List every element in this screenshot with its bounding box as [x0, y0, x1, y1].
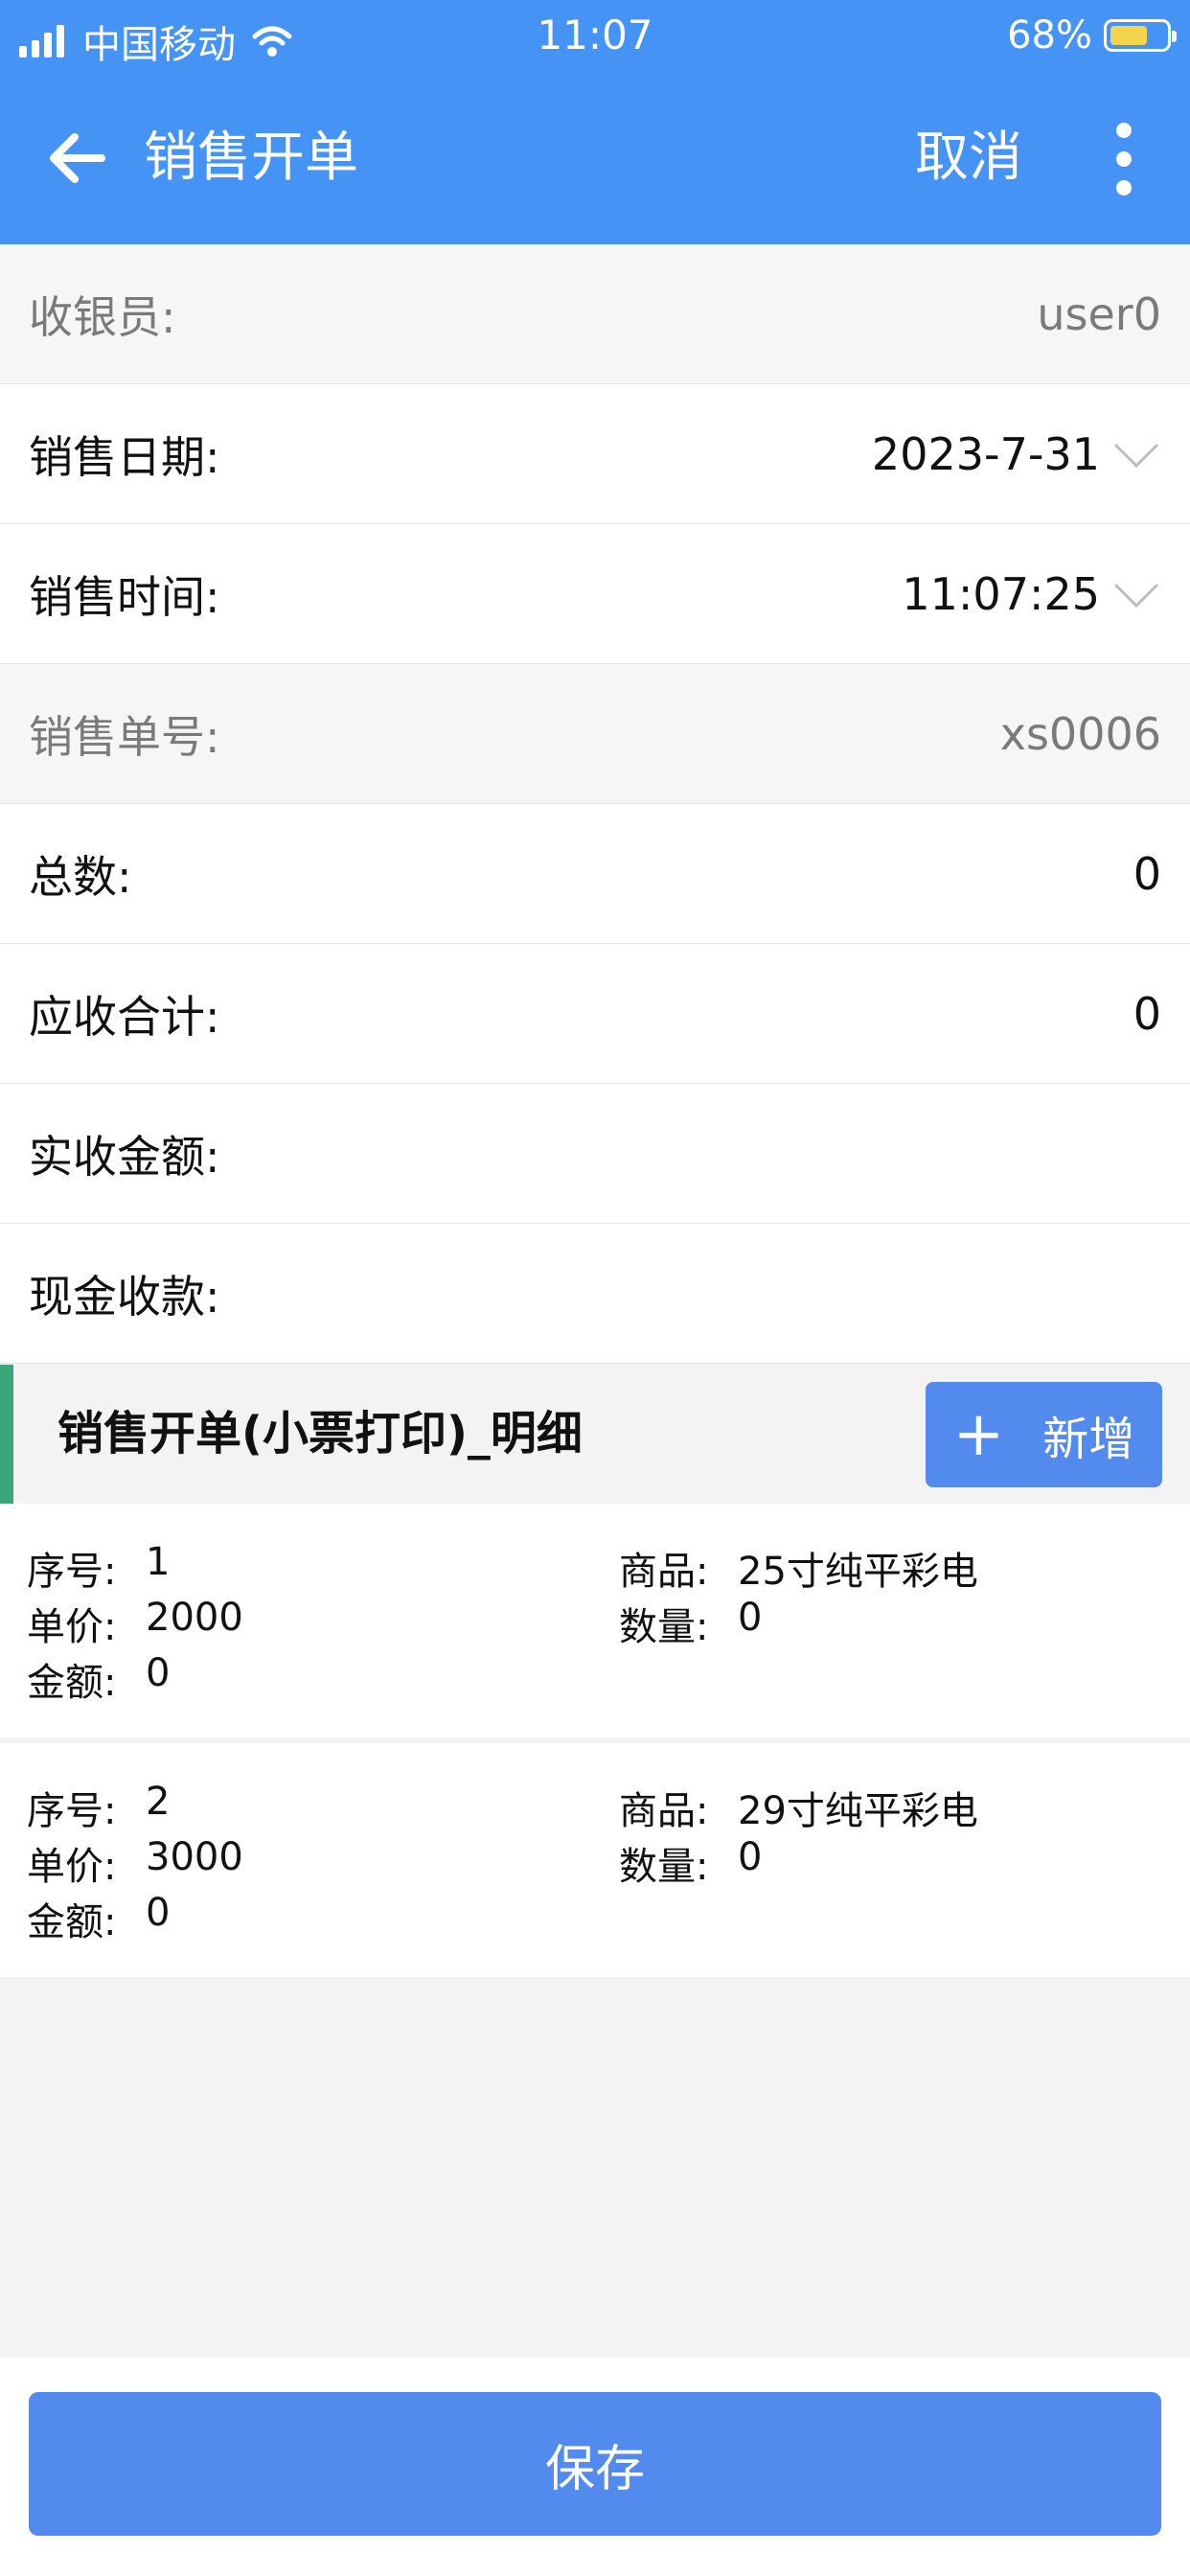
product-cell: 商品: 29寸纯平彩电 — [619, 1780, 1190, 1835]
amount-value: 0 — [146, 1651, 171, 1695]
order-no-row: 销售单号: xs0006 — [0, 664, 1190, 804]
more-button[interactable] — [1102, 119, 1146, 199]
qty-cell: 数量: 0 — [619, 1835, 1190, 1891]
receivable-row: 应收合计: 0 — [0, 944, 1190, 1084]
qty-value: 0 — [738, 1835, 763, 1879]
chevron-down-icon[interactable] — [1111, 437, 1161, 472]
amount-cell: 金额: 0 — [27, 1891, 621, 1946]
back-button[interactable] — [38, 125, 115, 192]
seq-value: 2 — [146, 1780, 171, 1824]
sale-time-value[interactable]: 11:07:25 — [902, 568, 1100, 620]
order-no-value: xs0006 — [999, 707, 1161, 760]
seq-key: 序号: — [27, 1550, 117, 1594]
plus-icon: + — [952, 1399, 1005, 1470]
save-button[interactable]: 保存 — [29, 2392, 1161, 2536]
product-key: 商品: — [619, 1550, 709, 1594]
add-item-label: 新增 — [1042, 1413, 1135, 1466]
nav-bar: 销售开单 取消 — [0, 96, 1190, 220]
section-accent-bar — [0, 1365, 13, 1504]
received-amount-label: 实收金额: — [29, 1130, 220, 1183]
cashier-label: 收银员: — [29, 290, 176, 343]
sale-time-label: 销售时间: — [29, 570, 220, 623]
detail-list: 序号: 1 商品: 25寸纯平彩电 单价: 2000 数量: 0 金额: 0 序号: 2 商… — [0, 1504, 1190, 1977]
received-amount-row[interactable]: 实收金额: — [0, 1084, 1190, 1224]
cashier-value: user0 — [1037, 288, 1161, 340]
list-item[interactable]: 序号: 1 商品: 25寸纯平彩电 单价: 2000 数量: 0 金额: 0 — [0, 1504, 1190, 1737]
amount-key: 金额: — [27, 1661, 117, 1705]
app-header: 中国移动 11:07 68% 销售开单 取消 — [0, 0, 1190, 244]
item-line: 序号: 1 商品: 25寸纯平彩电 — [27, 1540, 1163, 1596]
sale-date-label: 销售日期: — [29, 430, 220, 483]
seq-key: 序号: — [27, 1789, 117, 1833]
amount-value: 0 — [146, 1891, 171, 1935]
price-key: 单价: — [27, 1845, 117, 1889]
order-no-label: 销售单号: — [29, 710, 220, 763]
more-dot — [1116, 151, 1132, 167]
status-bar: 中国移动 11:07 68% — [0, 0, 1190, 75]
total-count-row: 总数: 0 — [0, 804, 1190, 944]
item-line: 金额: 0 — [27, 1891, 1163, 1946]
seq-cell: 序号: 2 — [27, 1780, 621, 1835]
battery-icon — [1104, 19, 1177, 52]
chevron-down-icon[interactable] — [1111, 577, 1161, 611]
item-line: 单价: 2000 数量: 0 — [27, 1596, 1163, 1651]
page-title: 销售开单 — [144, 126, 358, 189]
battery-percent: 68% — [1007, 13, 1092, 58]
status-right: 68% — [1007, 13, 1177, 58]
qty-cell: 数量: 0 — [619, 1596, 1190, 1651]
price-value: 3000 — [146, 1835, 243, 1879]
price-key: 单价: — [27, 1605, 117, 1649]
arrow-left-icon — [50, 133, 105, 183]
product-key: 商品: — [619, 1789, 709, 1833]
sale-date-row[interactable]: 销售日期: 2023-7-31 — [0, 384, 1190, 524]
order-form: 收银员: user0 销售日期: 2023-7-31 销售时间: 11:07:2… — [0, 244, 1190, 1364]
amount-key: 金额: — [27, 1900, 117, 1944]
seq-cell: 序号: 1 — [27, 1540, 621, 1596]
cash-payment-label: 现金收款: — [29, 1270, 220, 1322]
receivable-value: 0 — [1133, 987, 1161, 1040]
qty-key: 数量: — [619, 1845, 709, 1889]
receivable-label: 应收合计: — [29, 990, 220, 1043]
qty-value: 0 — [738, 1596, 763, 1640]
sale-date-value[interactable]: 2023-7-31 — [872, 428, 1100, 480]
price-cell: 单价: 3000 — [27, 1835, 621, 1891]
product-value: 29寸纯平彩电 — [738, 1789, 978, 1833]
item-line: 序号: 2 商品: 29寸纯平彩电 — [27, 1780, 1163, 1835]
detail-section-title: 销售开单(小票打印)_明细 — [57, 1407, 583, 1460]
seq-value: 1 — [146, 1540, 171, 1584]
detail-section-header: 销售开单(小票打印)_明细 + 新增 — [0, 1365, 1190, 1504]
cash-payment-row[interactable]: 现金收款: — [0, 1224, 1190, 1364]
cashier-row: 收银员: user0 — [0, 244, 1190, 384]
amount-cell: 金额: 0 — [27, 1651, 621, 1707]
total-count-label: 总数: — [29, 850, 132, 903]
cancel-button[interactable]: 取消 — [915, 123, 1022, 194]
price-value: 2000 — [146, 1596, 243, 1640]
total-count-value: 0 — [1133, 847, 1161, 900]
footer-bar: 保存 — [0, 2358, 1190, 2576]
sale-time-row[interactable]: 销售时间: 11:07:25 — [0, 524, 1190, 664]
product-value: 25寸纯平彩电 — [738, 1550, 978, 1594]
price-cell: 单价: 2000 — [27, 1596, 621, 1651]
more-vertical-icon — [1116, 123, 1132, 138]
product-cell: 商品: 25寸纯平彩电 — [619, 1540, 1190, 1596]
list-item[interactable]: 序号: 2 商品: 29寸纯平彩电 单价: 3000 数量: 0 金额: 0 — [0, 1743, 1190, 1977]
more-dot — [1116, 180, 1132, 196]
add-item-button[interactable]: + 新增 — [926, 1382, 1162, 1487]
item-line: 金额: 0 — [27, 1651, 1163, 1707]
item-line: 单价: 3000 数量: 0 — [27, 1835, 1163, 1891]
battery-level — [1110, 26, 1148, 45]
qty-key: 数量: — [619, 1605, 709, 1649]
